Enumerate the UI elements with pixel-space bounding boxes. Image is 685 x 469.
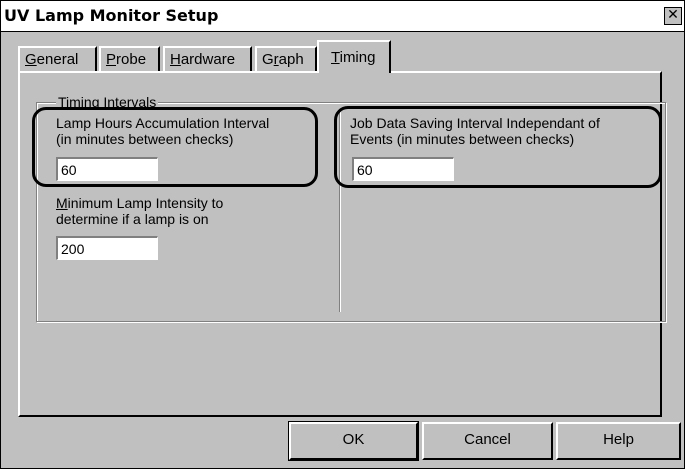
group-label: Timing Intervals [56,94,159,110]
tab-graph-label: aph [278,51,304,68]
tab-timing-mnemonic: T [331,49,340,66]
tab-timing-label: iming [339,49,376,66]
min-intensity-label-rest: inimum Lamp Intensity to [67,195,224,211]
help-button[interactable]: Help [556,422,681,460]
group-divider [339,112,341,312]
tab-hardware[interactable]: Hardware [163,46,252,72]
min-intensity-mnemonic: M [56,195,68,211]
lamp-hours-input[interactable]: 60 [56,157,158,181]
lamp-hours-label-line2: (in minutes between checks) [56,131,234,147]
tab-hardware-mnemonic: H [170,51,181,68]
tab-probe-mnemonic: P [106,51,117,68]
tab-general-label: eneral [36,51,79,68]
tab-timing[interactable]: Timing [317,40,391,73]
tab-graph-prefix: G [262,51,274,68]
tab-graph[interactable]: Graph [255,46,317,72]
job-data-label: Job Data Saving Interval Independant of … [350,115,600,147]
close-icon[interactable]: ✕ [664,7,682,25]
tab-general[interactable]: General [18,46,97,72]
job-data-label-line1: Job Data Saving Interval Independant of [350,115,600,131]
tab-general-mnemonic: G [25,51,37,68]
job-data-label-line2: Events (in minutes between checks) [350,131,575,147]
ok-button[interactable]: OK [288,421,419,461]
min-intensity-input[interactable]: 200 [56,236,158,260]
min-intensity-label-line2: determine if a lamp is on [56,211,209,227]
tab-probe[interactable]: Probe [99,46,160,72]
tab-probe-label: robe [116,51,147,68]
title-bar[interactable]: UV Lamp Monitor Setup ✕ [1,1,684,32]
lamp-hours-label-line1: Lamp Hours Accumulation Interval [56,115,270,131]
window-title: UV Lamp Monitor Setup [4,6,219,25]
min-intensity-label: Minimum Lamp Intensity to determine if a… [56,195,223,227]
tab-hardware-label: ardware [180,51,236,68]
lamp-hours-label: Lamp Hours Accumulation Interval (in min… [56,115,269,147]
min-intensity-label-line1: Minimum Lamp Intensity to [56,195,223,211]
job-data-input[interactable]: 60 [352,157,454,181]
cancel-button[interactable]: Cancel [422,422,553,460]
